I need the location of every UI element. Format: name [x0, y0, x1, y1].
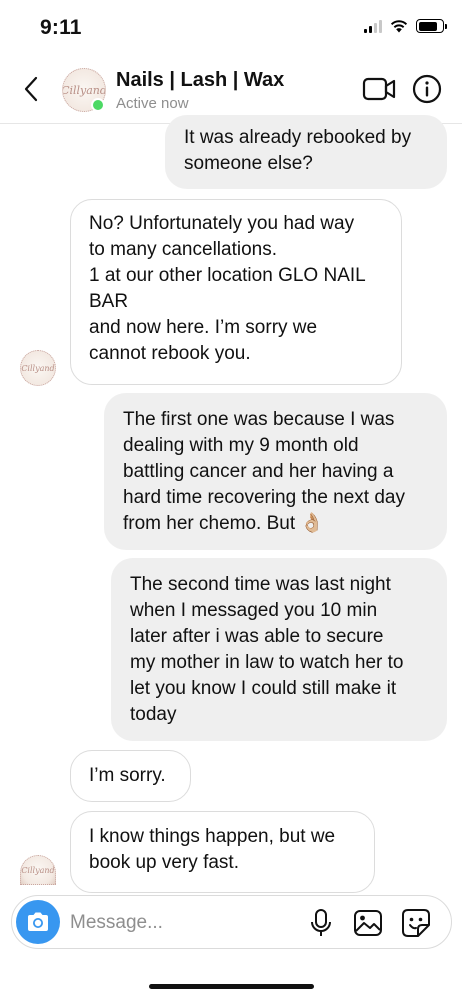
- camera-button[interactable]: [16, 900, 60, 944]
- avatar-logo-text: Cillyand: [62, 83, 106, 97]
- status-time: 9:11: [40, 16, 82, 39]
- status-bar: 9:11: [0, 0, 462, 54]
- active-status-dot: [91, 98, 105, 112]
- message-text: I’m sorry.: [89, 765, 166, 786]
- message-composer: [11, 895, 452, 949]
- battery-icon: [416, 19, 447, 33]
- message-text: No? Unfortunately you had way to many ca…: [89, 213, 366, 364]
- sticker-icon[interactable]: [401, 908, 431, 938]
- message-bubble-received[interactable]: No? Unfortunately you had way to many ca…: [70, 199, 402, 385]
- microphone-icon[interactable]: [306, 908, 336, 938]
- message-input[interactable]: [70, 910, 290, 936]
- video-camera-icon[interactable]: [362, 76, 396, 102]
- cellular-signal-icon: [364, 19, 382, 33]
- avatar[interactable]: Cillyand: [20, 855, 56, 885]
- wifi-icon: [390, 20, 408, 33]
- back-button[interactable]: [16, 72, 46, 106]
- info-icon[interactable]: [412, 74, 442, 104]
- status-icons: [364, 19, 447, 33]
- message-bubble-sent[interactable]: The first one was because I was dealing …: [104, 393, 447, 550]
- message-bubble-sent[interactable]: It was already rebooked by someone else?: [165, 115, 447, 189]
- message-text: The first one was because I was dealing …: [123, 409, 405, 534]
- camera-icon: [28, 912, 48, 931]
- message-text: The second time was last night when I me…: [130, 574, 404, 725]
- avatar-logo-text: Cillyand: [21, 363, 55, 373]
- message-bubble-received[interactable]: I know things happen, but we book up ver…: [70, 811, 375, 893]
- message-bubble-received[interactable]: I’m sorry.: [70, 750, 191, 802]
- message-text: I know things happen, but we book up ver…: [89, 826, 336, 873]
- avatar[interactable]: Cillyand: [20, 350, 56, 386]
- image-gallery-icon[interactable]: [353, 908, 383, 938]
- message-text: It was already rebooked by someone else?: [184, 127, 412, 174]
- avatar-logo-text: Cillyand: [21, 865, 55, 875]
- conversation-title[interactable]: Nails | Lash | Wax: [116, 69, 284, 92]
- message-bubble-sent[interactable]: The second time was last night when I me…: [111, 558, 447, 741]
- home-indicator: [149, 984, 314, 989]
- active-status: Active now: [116, 95, 189, 112]
- chevron-left-icon: [24, 76, 38, 102]
- conversation-header: Cillyand Nails | Lash | Wax Active now: [0, 56, 462, 124]
